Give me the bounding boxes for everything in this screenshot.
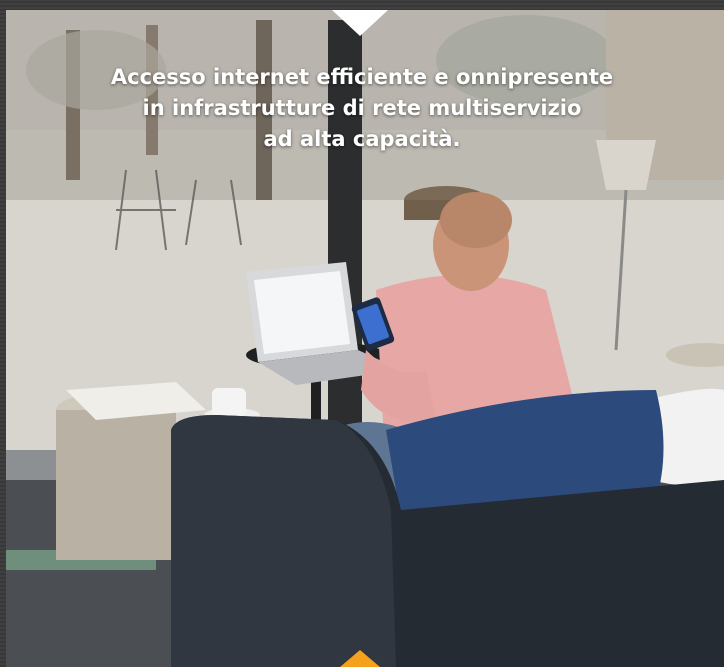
- hero-headline: Accesso internet efficiente e onnipresen…: [30, 62, 694, 155]
- headline-line-3: ad alta capacità.: [263, 127, 461, 151]
- headline-line-2: in infrastrutture di rete multiservizio: [142, 96, 582, 120]
- top-notch-indicator: [332, 10, 388, 36]
- headline-line-1: Accesso internet efficiente e onnipresen…: [110, 65, 614, 89]
- scroll-down-indicator[interactable]: [340, 650, 380, 667]
